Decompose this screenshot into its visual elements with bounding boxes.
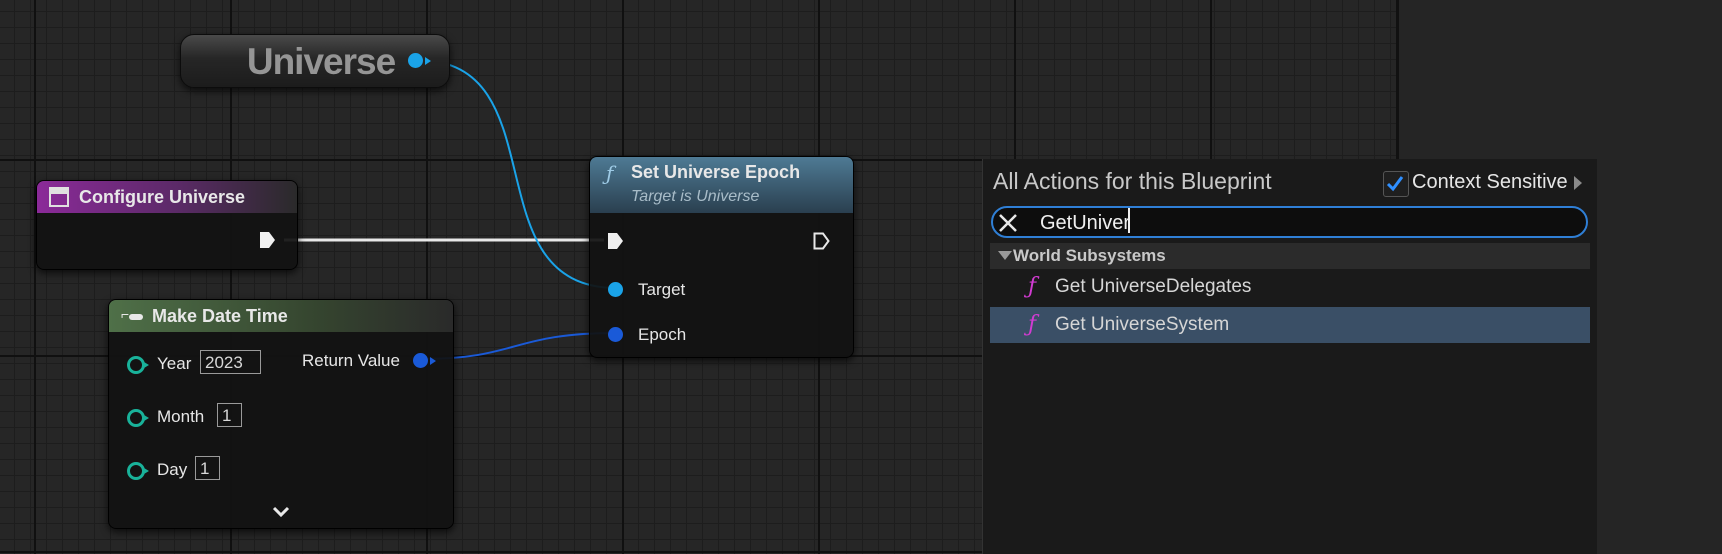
category-world-subsystems[interactable]: World Subsystems	[990, 243, 1590, 269]
action-menu-title: All Actions for this Blueprint	[993, 168, 1272, 194]
exec-input-pin[interactable]	[607, 232, 624, 250]
year-input-pin[interactable]	[127, 356, 149, 374]
variable-node-title: Universe	[246, 41, 396, 82]
action-item-label: Get UniverseDelegates	[1055, 276, 1252, 297]
node-header: Configure Universe	[37, 181, 297, 213]
month-input-pin[interactable]	[127, 409, 149, 427]
node-title: Configure Universe	[79, 187, 246, 207]
universe-variable-node[interactable]: Universe	[180, 34, 450, 88]
day-value-field[interactable]: 1	[195, 456, 220, 480]
return-value-label: Return Value	[302, 351, 400, 370]
month-value-field[interactable]: 1	[217, 403, 242, 427]
expand-arrow-icon[interactable]	[1574, 176, 1582, 190]
text-cursor	[1128, 208, 1130, 233]
month-pin-label: Month	[157, 407, 205, 426]
universe-target-wire	[416, 59, 618, 289]
node-header: ƒ Set Universe Epoch Target is Universe	[590, 157, 853, 213]
universe-output-pin[interactable]	[408, 53, 423, 68]
target-input-pin[interactable]	[608, 282, 623, 297]
category-label: World Subsystems	[1013, 246, 1166, 265]
year-value-field[interactable]: 2023	[200, 350, 261, 374]
function-icon: ƒ	[606, 161, 614, 185]
year-pin-label: Year	[157, 354, 192, 373]
configure-universe-node[interactable]: Configure Universe	[36, 180, 298, 270]
exec-output-pin[interactable]	[813, 232, 830, 250]
node-title: Set Universe Epoch	[631, 162, 801, 182]
function-icon: ƒ	[1028, 274, 1037, 299]
node-header: ⌐ Make Date Time	[109, 300, 453, 332]
search-input[interactable]	[1038, 210, 1562, 236]
context-sensitive-label[interactable]: Context Sensitive	[1412, 171, 1568, 194]
target-pin-label: Target	[638, 280, 686, 299]
epoch-input-pin[interactable]	[608, 327, 623, 342]
search-box[interactable]	[991, 206, 1588, 238]
event-icon	[49, 187, 69, 207]
day-pin-label: Day	[157, 460, 188, 479]
make-struct-icon: ⌐	[121, 306, 145, 326]
make-date-time-node[interactable]: ⌐ Make Date Time Year 2023 Month 1 Day 1…	[108, 299, 454, 529]
function-icon: ƒ	[1028, 312, 1037, 337]
expand-chevron-icon[interactable]	[272, 506, 290, 518]
node-title: Make Date Time	[152, 306, 288, 326]
action-item-get-universe-delegates[interactable]: ƒ Get UniverseDelegates	[990, 269, 1590, 305]
set-universe-epoch-node[interactable]: ƒ Set Universe Epoch Target is Universe …	[589, 156, 854, 358]
node-subtitle: Target is Universe	[631, 188, 760, 205]
epoch-pin-label: Epoch	[638, 325, 687, 344]
collapse-triangle-icon[interactable]	[998, 251, 1012, 260]
action-item-get-universe-system[interactable]: ƒ Get UniverseSystem	[990, 307, 1590, 343]
clear-search-icon[interactable]	[996, 211, 1020, 235]
exec-output-pin[interactable]	[259, 231, 276, 249]
pin-arrow-icon	[430, 357, 436, 365]
return-value-pin[interactable]	[413, 353, 428, 368]
pin-arrow-icon	[425, 57, 431, 65]
action-item-label: Get UniverseSystem	[1055, 314, 1230, 335]
context-sensitive-checkbox[interactable]	[1383, 171, 1409, 197]
day-input-pin[interactable]	[127, 462, 149, 480]
checkmark-icon	[1386, 176, 1404, 192]
